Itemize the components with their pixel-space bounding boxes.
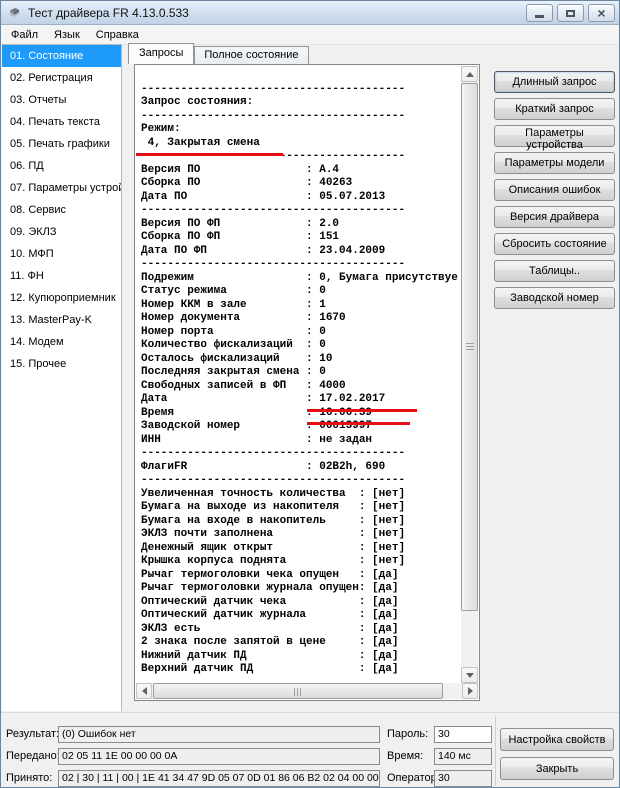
status-row-field-2[interactable]: 02 05 11 1E 00 00 00 0A <box>58 748 380 765</box>
maximize-button[interactable] <box>557 4 584 22</box>
window-title: Тест драйвера FR 4.13.0.533 <box>28 6 189 20</box>
arrow-left-icon <box>142 687 147 695</box>
scroll-down-button[interactable] <box>461 667 478 683</box>
action-button-2[interactable]: Краткий запрос <box>494 98 615 120</box>
param-field-2[interactable]: 140 мс <box>434 748 492 765</box>
menu-item-1[interactable]: Файл <box>3 27 46 43</box>
scroll-left-button[interactable] <box>136 683 152 699</box>
sidebar-item-7[interactable]: 07. Параметры устройства <box>2 177 121 199</box>
scroll-grip-icon <box>466 343 474 351</box>
action-button-8[interactable]: Таблицы.. <box>494 260 615 282</box>
menu-item-3[interactable]: Справка <box>88 27 147 43</box>
status-row-label-1: Результат: <box>6 728 59 740</box>
action-button-4[interactable]: Параметры модели <box>494 152 615 174</box>
sidebar-item-11[interactable]: 11. ФН <box>2 265 121 287</box>
title-bar: Тест драйвера FR 4.13.0.533 × <box>1 1 619 25</box>
horizontal-scrollbar[interactable] <box>136 683 478 699</box>
app-window: Тест драйвера FR 4.13.0.533 × ФайлЯзыкСп… <box>0 0 620 788</box>
param-label-2: Время: <box>387 750 423 762</box>
arrow-down-icon <box>466 673 474 678</box>
status-row-field-1[interactable]: (0) Ошибок нет <box>58 726 380 743</box>
status-panel: Результат:(0) Ошибок нет Передано:02 05 1… <box>1 712 619 788</box>
minimize-icon <box>535 15 544 18</box>
param-label-1: Пароль: <box>387 728 428 740</box>
sidebar-item-2[interactable]: 02. Регистрация <box>2 67 121 89</box>
minimize-button[interactable] <box>526 4 553 22</box>
tab-1[interactable]: Запросы <box>128 43 194 64</box>
vertical-scroll-thumb[interactable] <box>461 83 478 611</box>
param-label-3: Оператор: <box>387 772 440 784</box>
sidebar-item-14[interactable]: 14. Модем <box>2 331 121 353</box>
action-button-9[interactable]: Заводской номер <box>494 287 615 309</box>
app-icon <box>7 5 22 20</box>
status-memo[interactable]: ----------------------------------------… <box>134 64 480 701</box>
sidebar-item-15[interactable]: 15. Прочее <box>2 353 121 375</box>
arrow-right-icon <box>468 687 473 695</box>
action-button-5[interactable]: Описания ошибок <box>494 179 615 201</box>
red-underline-date <box>307 409 417 412</box>
vertical-scrollbar[interactable] <box>461 66 478 683</box>
caption-buttons: × <box>526 4 615 22</box>
sidebar-item-5[interactable]: 05. Печать графики <box>2 133 121 155</box>
action-button-1[interactable]: Длинный запрос <box>494 71 615 93</box>
sidebar-item-3[interactable]: 03. Отчеты <box>2 89 121 111</box>
status-row-label-2: Передано: <box>6 750 60 762</box>
maximize-icon <box>566 10 575 17</box>
tab-2[interactable]: Полное состояние <box>194 46 308 64</box>
status-row-field-3[interactable]: 02 | 30 | 11 | 00 | 1E 41 34 47 9D 05 07… <box>58 770 380 787</box>
arrow-up-icon <box>466 72 474 77</box>
memo-text: ----------------------------------------… <box>135 65 461 681</box>
action-button-7[interactable]: Сбросить состояние <box>494 233 615 255</box>
tab-strip: ЗапросыПолное состояние <box>128 43 309 64</box>
action-button-3[interactable]: Параметры устройства <box>494 125 615 147</box>
status-row-label-3: Принято: <box>6 772 52 784</box>
red-underline-time <box>307 422 410 425</box>
scroll-grip-icon <box>294 688 302 696</box>
close-button[interactable]: × <box>588 4 615 22</box>
sidebar-item-8[interactable]: 08. Сервис <box>2 199 121 221</box>
panel-separator <box>495 716 496 786</box>
action-button-column: Длинный запрос Краткий запрос Параметры ус… <box>494 71 615 314</box>
menu-bar: ФайлЯзыкСправка <box>1 25 619 45</box>
action-button-6[interactable]: Версия драйвера <box>494 206 615 228</box>
sidebar-item-6[interactable]: 06. ПД <box>2 155 121 177</box>
scroll-right-button[interactable] <box>462 683 478 699</box>
param-field-1[interactable]: 30 <box>434 726 492 743</box>
param-field-3[interactable]: 30 <box>434 770 492 787</box>
sidebar-item-12[interactable]: 12. Купюроприемник <box>2 287 121 309</box>
sidebar-item-10[interactable]: 10. МФП <box>2 243 121 265</box>
panel-button-2[interactable]: Закрыть <box>500 757 614 780</box>
scroll-up-button[interactable] <box>461 66 478 82</box>
sidebar-item-4[interactable]: 04. Печать текста <box>2 111 121 133</box>
sidebar-list[interactable]: 01. Состояние02. Регистрация03. Отчеты04… <box>2 44 122 711</box>
menu-item-2[interactable]: Язык <box>46 27 88 43</box>
sidebar-item-1[interactable]: 01. Состояние <box>2 45 121 67</box>
horizontal-scroll-thumb[interactable] <box>153 683 443 699</box>
panel-button-1[interactable]: Настройка свойств <box>500 728 614 751</box>
sidebar-item-9[interactable]: 09. ЭКЛЗ <box>2 221 121 243</box>
close-icon: × <box>597 6 605 20</box>
red-underline-mode <box>136 153 283 156</box>
sidebar-item-13[interactable]: 13. MasterPay-K <box>2 309 121 331</box>
